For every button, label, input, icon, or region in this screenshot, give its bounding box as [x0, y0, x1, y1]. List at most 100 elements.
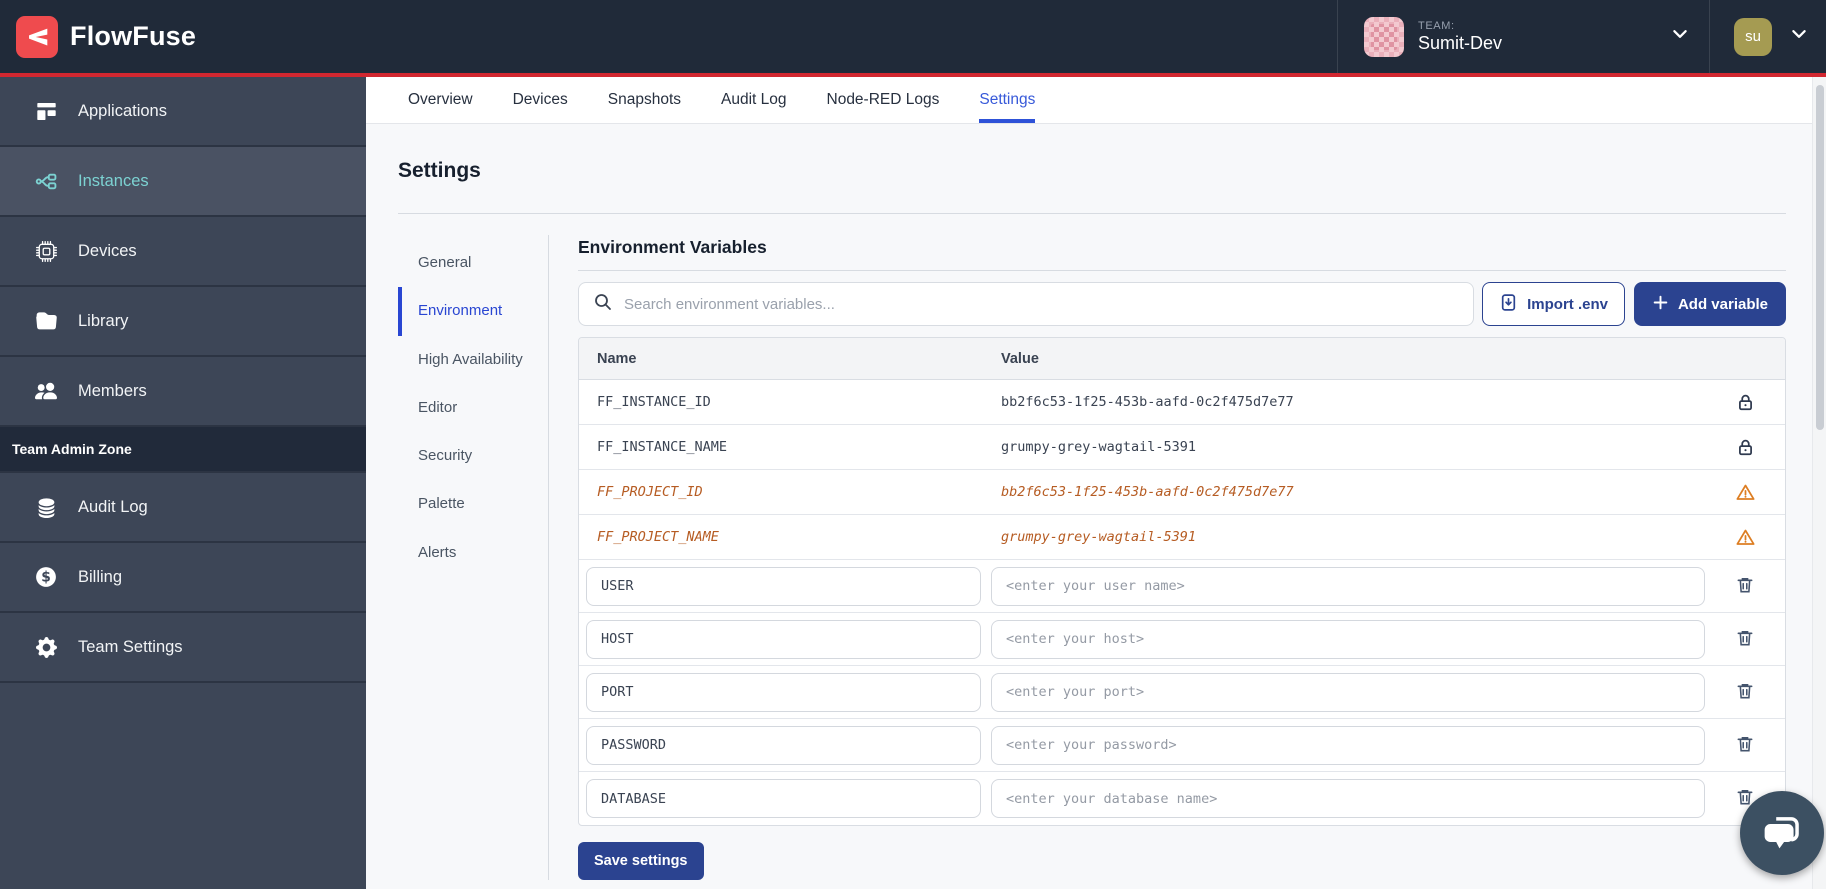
instance-tabbar: Overview Devices Snapshots Audit Log Nod…	[366, 77, 1826, 124]
subnav-item-environment[interactable]: Environment	[398, 287, 528, 335]
team-name: Sumit-Dev	[1418, 33, 1671, 54]
user-menu[interactable]: su	[1709, 0, 1826, 73]
env-var-value: bb2f6c53-1f25-453b-aafd-0c2f475d7e77	[991, 484, 1705, 500]
subnav-item-palette[interactable]: Palette	[398, 480, 528, 528]
column-header-value: Value	[991, 351, 1705, 367]
app-root: FlowFuse TEAM: Sumit-Dev su	[0, 0, 1826, 889]
table-row: FF_PROJECT_ID bb2f6c53-1f25-453b-aafd-0c…	[579, 470, 1785, 515]
app-header: FlowFuse TEAM: Sumit-Dev su	[0, 0, 1826, 73]
scrollbar[interactable]	[1812, 77, 1826, 889]
lock-icon	[1705, 437, 1785, 458]
table-row	[579, 666, 1785, 719]
tab-devices[interactable]: Devices	[513, 77, 568, 123]
chevron-down-icon	[1790, 25, 1808, 48]
tab-settings[interactable]: Settings	[979, 77, 1035, 123]
subnav-divider	[548, 235, 549, 880]
team-selector[interactable]: TEAM: Sumit-Dev	[1337, 0, 1709, 73]
subnav-item-editor[interactable]: Editor	[398, 384, 528, 432]
trash-icon	[1735, 628, 1755, 651]
trash-icon	[1735, 734, 1755, 757]
sidebar-item-audit-log[interactable]: Audit Log	[0, 473, 366, 543]
env-value-input[interactable]	[991, 567, 1705, 606]
subnav-item-general[interactable]: General	[398, 239, 528, 287]
instances-icon	[34, 169, 58, 193]
add-variable-label: Add variable	[1678, 296, 1768, 313]
add-variable-button[interactable]: Add variable	[1634, 282, 1786, 326]
lock-icon	[1705, 392, 1785, 413]
env-name-input[interactable]	[586, 779, 981, 818]
subnav-item-high-availability[interactable]: High Availability	[398, 336, 528, 384]
tab-overview[interactable]: Overview	[408, 77, 473, 123]
main-content: Overview Devices Snapshots Audit Log Nod…	[366, 77, 1826, 889]
delete-variable-button[interactable]	[1731, 677, 1759, 708]
trash-icon	[1735, 575, 1755, 598]
members-icon	[34, 379, 58, 403]
env-value-input[interactable]	[991, 726, 1705, 765]
billing-icon: $	[34, 565, 58, 589]
env-var-value-cell	[991, 567, 1705, 606]
tab-audit-log[interactable]: Audit Log	[721, 77, 787, 123]
table-row	[579, 772, 1785, 825]
delete-variable-button[interactable]	[1731, 730, 1759, 761]
env-name-input[interactable]	[586, 620, 981, 659]
env-var-value: grumpy-grey-wagtail-5391	[991, 529, 1705, 545]
table-row: FF_INSTANCE_ID bb2f6c53-1f25-453b-aafd-0…	[579, 380, 1785, 425]
table-row	[579, 560, 1785, 613]
header-right: TEAM: Sumit-Dev su	[1337, 0, 1826, 73]
env-value-input[interactable]	[991, 779, 1705, 818]
import-file-icon	[1499, 293, 1518, 316]
section-heading: Environment Variables	[578, 237, 1786, 258]
env-var-value-cell	[991, 779, 1705, 818]
env-var-value: bb2f6c53-1f25-453b-aafd-0c2f475d7e77	[991, 394, 1705, 410]
env-var-name-cell	[579, 726, 991, 765]
sidebar-item-label: Team Settings	[78, 638, 183, 657]
sidebar-item-instances[interactable]: Instances	[0, 147, 366, 217]
env-value-input[interactable]	[991, 673, 1705, 712]
env-var-name-cell	[579, 567, 991, 606]
sidebar-item-devices[interactable]: Devices	[0, 217, 366, 287]
sidebar-item-team-settings[interactable]: Team Settings	[0, 613, 366, 683]
sidebar-item-label: Library	[78, 312, 128, 331]
sidebar-item-library[interactable]: Library	[0, 287, 366, 357]
sidebar: Applications Instances Devices	[0, 77, 366, 889]
environment-variables-section: Environment Variables	[578, 235, 1786, 880]
import-env-button[interactable]: Import .env	[1482, 282, 1625, 326]
env-name-input[interactable]	[586, 567, 981, 606]
env-var-value-cell	[991, 726, 1705, 765]
env-toolbar: Import .env Add variable	[578, 282, 1786, 326]
sidebar-item-applications[interactable]: Applications	[0, 77, 366, 147]
env-var-name: FF_INSTANCE_NAME	[579, 439, 991, 455]
team-label: TEAM:	[1418, 20, 1671, 32]
save-settings-button[interactable]: Save settings	[578, 842, 704, 880]
env-var-name: FF_PROJECT_ID	[579, 484, 991, 500]
table-header: Name Value	[579, 338, 1785, 380]
tab-node-red-logs[interactable]: Node-RED Logs	[827, 77, 940, 123]
team-settings-icon	[34, 635, 58, 659]
env-name-input[interactable]	[586, 673, 981, 712]
delete-variable-button[interactable]	[1731, 624, 1759, 655]
search-input[interactable]	[624, 296, 1459, 313]
delete-variable-button[interactable]	[1731, 571, 1759, 602]
sidebar-item-billing[interactable]: $ Billing	[0, 543, 366, 613]
sidebar-item-label: Members	[78, 382, 147, 401]
env-var-name-cell	[579, 673, 991, 712]
sidebar-item-members[interactable]: Members	[0, 357, 366, 427]
env-value-input[interactable]	[991, 620, 1705, 659]
section-divider	[578, 270, 1786, 271]
env-var-name: FF_PROJECT_NAME	[579, 529, 991, 545]
search-box	[578, 282, 1474, 326]
flowfuse-logo[interactable]: FlowFuse	[16, 16, 196, 58]
env-variables-table: Name Value FF_INSTANCE_ID bb2f6c53-1f25-…	[578, 337, 1786, 826]
subnav-item-security[interactable]: Security	[398, 432, 528, 480]
chat-widget-button[interactable]	[1740, 791, 1824, 875]
subnav-item-alerts[interactable]: Alerts	[398, 529, 528, 577]
table-row: FF_INSTANCE_NAME grumpy-grey-wagtail-539…	[579, 425, 1785, 470]
sidebar-item-label: Devices	[78, 242, 137, 261]
tab-snapshots[interactable]: Snapshots	[608, 77, 681, 123]
applications-icon	[34, 99, 58, 123]
svg-text:$: $	[41, 570, 51, 586]
env-name-input[interactable]	[586, 726, 981, 765]
search-icon	[593, 292, 613, 317]
scrollbar-thumb[interactable]	[1816, 85, 1824, 430]
env-var-name: FF_INSTANCE_ID	[579, 394, 991, 410]
